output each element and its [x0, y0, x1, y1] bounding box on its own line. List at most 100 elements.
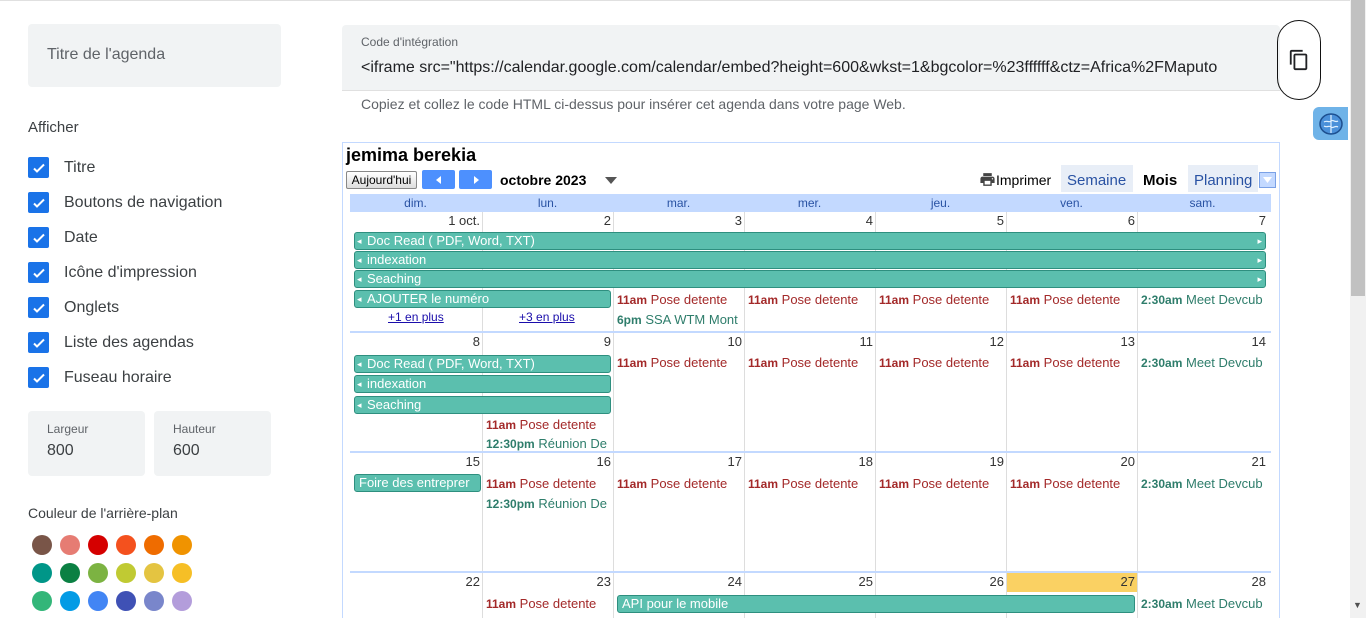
- checkbox-checked-icon[interactable]: [28, 332, 49, 353]
- color-swatch[interactable]: [88, 563, 108, 583]
- event-time: 11am: [1010, 293, 1041, 307]
- scroll-down-arrow-icon[interactable]: ▼: [1353, 600, 1362, 610]
- month-dropdown-icon[interactable]: [605, 177, 617, 184]
- color-swatch[interactable]: [116, 591, 136, 611]
- tab-agenda[interactable]: Planning: [1188, 165, 1258, 192]
- event-item[interactable]: 6pm SSA WTM Mont: [617, 312, 744, 327]
- day-cell[interactable]: 13: [1006, 333, 1137, 451]
- event-item[interactable]: 2:30am Meet Devcub: [1141, 596, 1268, 611]
- color-swatch[interactable]: [116, 563, 136, 583]
- today-button[interactable]: Aujourd'hui: [346, 171, 417, 189]
- option-title[interactable]: Titre: [28, 150, 222, 185]
- height-value[interactable]: 600: [173, 442, 252, 460]
- event-item[interactable]: 11am Pose detente: [1010, 355, 1135, 370]
- event-item[interactable]: 11am Pose detente: [879, 355, 1004, 370]
- color-swatch[interactable]: [144, 563, 164, 583]
- checkbox-checked-icon[interactable]: [28, 157, 49, 178]
- brain-extension-icon[interactable]: [1313, 107, 1348, 140]
- tabs-dropdown-button[interactable]: [1259, 172, 1276, 188]
- event-bar[interactable]: API pour le mobile: [617, 595, 1135, 613]
- event-item[interactable]: 2:30am Meet Devcub: [1141, 355, 1268, 370]
- tab-month[interactable]: Mois: [1137, 165, 1183, 192]
- color-swatch[interactable]: [60, 535, 80, 555]
- event-item[interactable]: 11am Pose detente: [748, 292, 873, 307]
- event-bar[interactable]: Foire des entreprer: [354, 474, 481, 492]
- tab-week[interactable]: Semaine: [1061, 165, 1133, 192]
- option-timezone[interactable]: Fuseau horaire: [28, 360, 222, 395]
- color-swatch[interactable]: [60, 591, 80, 611]
- event-item[interactable]: 11am Pose detente: [486, 476, 611, 491]
- day-cell[interactable]: 17: [613, 453, 744, 571]
- event-item[interactable]: 2:30am Meet Devcub: [1141, 476, 1268, 491]
- event-item[interactable]: 2:30am Meet Devcub: [1141, 292, 1268, 307]
- day-cell[interactable]: 12: [875, 333, 1006, 451]
- width-field[interactable]: Largeur 800: [28, 411, 145, 476]
- day-cell[interactable]: 15: [350, 453, 482, 571]
- event-item[interactable]: 12:30pm Réunion De: [486, 496, 611, 511]
- event-item[interactable]: 11am Pose detente: [486, 417, 611, 432]
- width-value[interactable]: 800: [47, 442, 126, 460]
- more-events-link[interactable]: +1 en plus: [388, 310, 444, 324]
- next-month-button[interactable]: [459, 170, 492, 189]
- event-item[interactable]: 11am Pose detente: [617, 476, 742, 491]
- event-item[interactable]: 12:30pm Réunion De: [486, 436, 611, 451]
- option-date[interactable]: Date: [28, 220, 222, 255]
- calendar-title-field[interactable]: Titre de l'agenda: [28, 24, 281, 87]
- day-cell[interactable]: 10: [613, 333, 744, 451]
- event-item[interactable]: 11am Pose detente: [879, 292, 1004, 307]
- event-item[interactable]: 11am Pose detente: [617, 292, 742, 307]
- color-swatch[interactable]: [172, 591, 192, 611]
- event-bar[interactable]: Doc Read ( PDF, Word, TXT): [354, 232, 1266, 250]
- day-cell[interactable]: 18: [744, 453, 875, 571]
- checkbox-checked-icon[interactable]: [28, 227, 49, 248]
- color-swatch[interactable]: [32, 591, 52, 611]
- print-button[interactable]: Imprimer: [979, 171, 1051, 188]
- day-cell[interactable]: 16: [482, 453, 613, 571]
- checkbox-checked-icon[interactable]: [28, 192, 49, 213]
- color-swatch[interactable]: [144, 535, 164, 555]
- event-item[interactable]: 11am Pose detente: [1010, 292, 1135, 307]
- color-swatch[interactable]: [144, 591, 164, 611]
- event-item[interactable]: 11am Pose detente: [1010, 476, 1135, 491]
- color-swatch[interactable]: [172, 535, 192, 555]
- option-print-icon[interactable]: Icône d'impression: [28, 255, 222, 290]
- scrollbar-thumb[interactable]: [1351, 0, 1365, 296]
- height-field[interactable]: Hauteur 600: [154, 411, 271, 476]
- option-tabs[interactable]: Onglets: [28, 290, 222, 325]
- color-swatch[interactable]: [32, 563, 52, 583]
- embed-code-field[interactable]: Code d'intégration <iframe src="https://…: [342, 25, 1280, 91]
- option-nav-buttons[interactable]: Boutons de navigation: [28, 185, 222, 220]
- color-swatch[interactable]: [32, 535, 52, 555]
- color-swatch[interactable]: [172, 563, 192, 583]
- event-bar[interactable]: indexation: [354, 375, 611, 393]
- day-cell[interactable]: 11: [744, 333, 875, 451]
- day-cell[interactable]: 20: [1006, 453, 1137, 571]
- event-item[interactable]: 11am Pose detente: [748, 476, 873, 491]
- event-bar[interactable]: indexation: [354, 251, 1266, 269]
- event-bar[interactable]: Seaching: [354, 396, 611, 414]
- copy-button[interactable]: [1277, 20, 1321, 100]
- event-bar[interactable]: Seaching: [354, 270, 1266, 288]
- checkbox-checked-icon[interactable]: [28, 367, 49, 388]
- checkbox-checked-icon[interactable]: [28, 297, 49, 318]
- event-bar[interactable]: Doc Read ( PDF, Word, TXT): [354, 355, 611, 373]
- option-calendar-list[interactable]: Liste des agendas: [28, 325, 222, 360]
- event-item[interactable]: 11am Pose detente: [617, 355, 742, 370]
- color-swatch[interactable]: [88, 535, 108, 555]
- color-swatch[interactable]: [116, 535, 136, 555]
- event-item[interactable]: 11am Pose detente: [879, 476, 1004, 491]
- prev-month-button[interactable]: [422, 170, 455, 189]
- event-item[interactable]: 11am Pose detente: [486, 596, 611, 611]
- color-swatch[interactable]: [88, 591, 108, 611]
- checkbox-checked-icon[interactable]: [28, 262, 49, 283]
- event-bar[interactable]: AJOUTER le numéro: [354, 290, 611, 308]
- display-options: Titre Boutons de navigation Date Icône d…: [28, 150, 222, 395]
- more-events-link[interactable]: +3 en plus: [519, 310, 575, 324]
- day-cell[interactable]: 14: [1137, 333, 1268, 451]
- day-cell[interactable]: 22: [350, 573, 482, 618]
- day-cell[interactable]: 19: [875, 453, 1006, 571]
- event-item[interactable]: 11am Pose detente: [748, 355, 873, 370]
- embed-code-value[interactable]: <iframe src="https://calendar.google.com…: [361, 59, 1261, 77]
- color-swatch[interactable]: [60, 563, 80, 583]
- day-cell[interactable]: 21: [1137, 453, 1268, 571]
